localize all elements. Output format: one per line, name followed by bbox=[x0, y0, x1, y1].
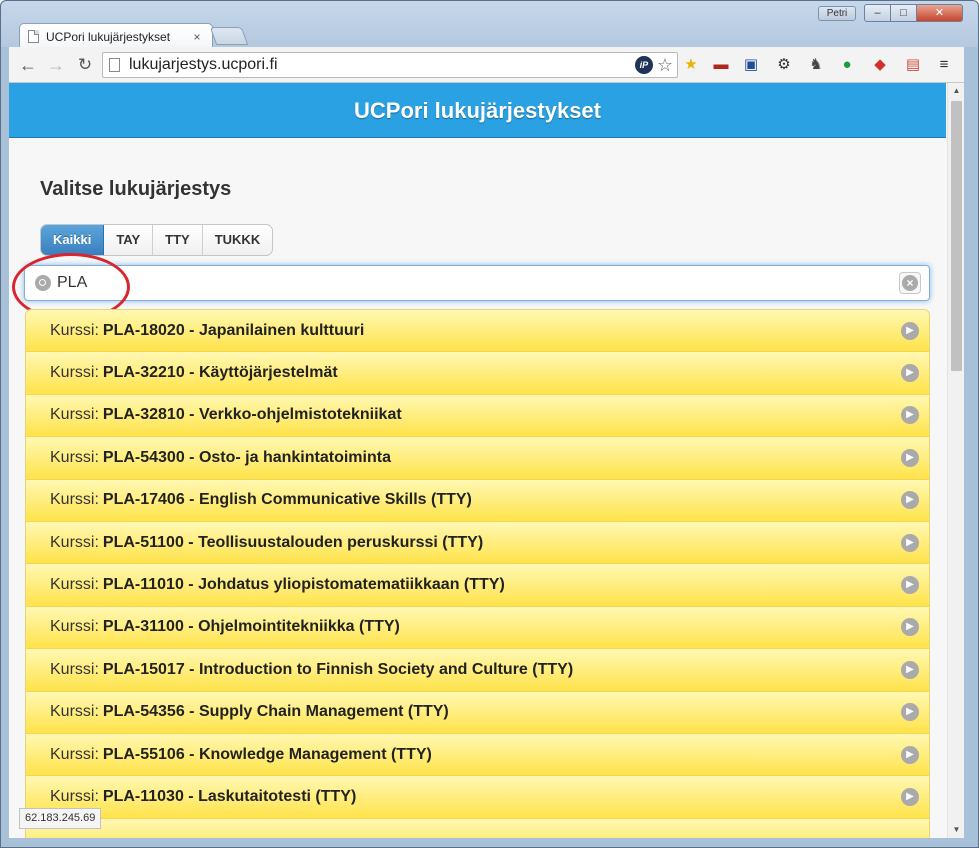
sofa-extension-icon[interactable]: ▬ bbox=[712, 56, 730, 74]
course-list: Kurssi: PLA-18020 - Japanilainen kulttuu… bbox=[25, 309, 930, 838]
chevron-right-icon: ▶ bbox=[901, 406, 919, 425]
chevron-right-icon: ▶ bbox=[901, 660, 919, 679]
chevron-right-icon: ▶ bbox=[901, 321, 919, 340]
browser-window: UCPori lukujärjestykset × Petri – □ ✕ ← … bbox=[0, 0, 979, 848]
filter-tab-tay[interactable]: TAY bbox=[104, 225, 154, 255]
page-title: Valitse lukujärjestys bbox=[40, 178, 232, 200]
filter-tabs: Kaikki TAY TTY TUKKK bbox=[40, 224, 274, 256]
status-bubble: 62.183.245.69 bbox=[19, 808, 102, 829]
title-bar: UCPori lukujärjestykset × Petri – □ ✕ bbox=[1, 1, 978, 49]
course-prefix: Kurssi: bbox=[50, 576, 99, 594]
course-prefix: Kurssi: bbox=[50, 364, 99, 382]
course-name: PLA-11030 - Laskutaitotesti (TTY) bbox=[102, 787, 357, 805]
maximize-button[interactable]: □ bbox=[890, 4, 917, 22]
url-text[interactable]: lukujarjestys.ucpori.fi bbox=[129, 56, 635, 74]
list-item[interactable]: Kurssi: PLA-32810 - Verkko-ohjelmistotek… bbox=[26, 394, 929, 438]
chevron-right-icon: ▶ bbox=[901, 364, 919, 383]
back-icon[interactable]: ← bbox=[18, 55, 38, 75]
course-prefix: Kurssi: bbox=[50, 618, 99, 636]
course-name: PLA-31100 - Ohjelmointitekniikka (TTY) bbox=[102, 618, 400, 636]
search-value[interactable]: PLA bbox=[57, 274, 899, 292]
course-prefix: Kurssi: bbox=[50, 491, 99, 509]
tab-title: UCPori lukujärjestykset bbox=[46, 29, 171, 44]
chevron-right-icon: ▶ bbox=[901, 787, 919, 806]
close-window-button[interactable]: ✕ bbox=[916, 4, 963, 22]
course-name: PLA-17406 - English Communicative Skills… bbox=[102, 491, 472, 509]
minimize-button[interactable]: – bbox=[864, 4, 891, 22]
scroll-down-icon[interactable]: ▼ bbox=[948, 822, 964, 838]
list-item[interactable]: Kurssi: PLA-11010 - Johdatus yliopistoma… bbox=[26, 564, 929, 607]
list-item[interactable]: Kurssi: PLA-32210 - Käyttöjärjestelmät ▶ bbox=[26, 352, 929, 395]
list-item[interactable]: Kurssi: PLA-31100 - Ohjelmointitekniikka… bbox=[26, 606, 929, 650]
course-name: PLA-54356 - Supply Chain Management (TTY… bbox=[102, 703, 449, 721]
scroll-thumb[interactable] bbox=[951, 101, 962, 371]
page-info-icon[interactable] bbox=[109, 58, 120, 72]
course-prefix: Kurssi: bbox=[50, 321, 99, 339]
clear-search-button[interactable]: × bbox=[899, 272, 921, 294]
course-name: PLA-51100 - Teollisuustalouden peruskurs… bbox=[102, 533, 484, 551]
cube-3d-extension-icon[interactable]: ◆ bbox=[871, 56, 889, 74]
list-item[interactable]: Kurssi: PLA-55106 - Knowledge Management… bbox=[26, 733, 929, 777]
forward-icon[interactable]: → bbox=[46, 55, 66, 75]
course-name: PLA-54300 - Osto- ja hankintatoiminta bbox=[102, 448, 391, 466]
course-name: PLA-18020 - Japanilainen kulttuuri bbox=[102, 321, 365, 339]
list-item[interactable]: Kurssi: PLA-17406 - English Communicativ… bbox=[26, 479, 929, 522]
vertical-scrollbar[interactable]: ▲ ▼ bbox=[947, 83, 964, 838]
list-item[interactable]: Kurssi: PLA-11030 - Laskutaitotesti (TTY… bbox=[26, 776, 929, 819]
page-viewport: UCPori lukujärjestykset Valitse lukujärj… bbox=[9, 83, 964, 838]
reload-icon[interactable]: ↻ bbox=[75, 55, 95, 75]
course-name: PLA-32810 - Verkko-ohjelmistotekniikat bbox=[102, 406, 402, 424]
course-name: PLA-55106 - Knowledge Management (TTY) bbox=[102, 745, 432, 763]
chevron-right-icon: ▶ bbox=[901, 618, 919, 637]
course-name: PLA-11010 - Johdatus yliopistomatematiik… bbox=[102, 576, 505, 594]
list-item[interactable]: Kurssi: PLA-18020 - Japanilainen kulttuu… bbox=[26, 310, 929, 353]
chevron-right-icon: ▶ bbox=[901, 745, 919, 764]
list-item[interactable]: Kurssi: PLA-51100 - Teollisuustalouden p… bbox=[26, 521, 929, 565]
course-prefix: Kurssi: bbox=[50, 660, 99, 678]
course-prefix: Kurssi: bbox=[50, 787, 99, 805]
browser-tab[interactable]: UCPori lukujärjestykset × bbox=[19, 23, 213, 49]
chevron-right-icon: ▶ bbox=[901, 703, 919, 722]
cat-extension-icon[interactable]: ♞ bbox=[807, 56, 825, 74]
page-icon bbox=[28, 30, 39, 43]
calendar-extension-icon[interactable]: ▤ bbox=[904, 56, 922, 74]
course-name: PLA-15017 - Introduction to Finnish Soci… bbox=[102, 660, 574, 678]
browser-toolbar: ← → ↻ lukujarjestys.ucpori.fi iP ☆ ★ ▬ ▣… bbox=[9, 47, 964, 83]
course-prefix: Kurssi: bbox=[50, 745, 99, 763]
course-prefix: Kurssi: bbox=[50, 533, 99, 551]
tab-close-icon[interactable]: × bbox=[190, 30, 204, 44]
course-prefix: Kurssi: bbox=[50, 448, 99, 466]
course-prefix: Kurssi: bbox=[50, 406, 99, 424]
filter-tab-tty[interactable]: TTY bbox=[153, 225, 203, 255]
gear-extension-icon[interactable]: ⚙ bbox=[775, 56, 793, 74]
list-item[interactable]: Kurssi: PLA-54300 - Osto- ja hankintatoi… bbox=[26, 437, 929, 480]
course-name: PLA-32210 - Käyttöjärjestelmät bbox=[102, 364, 338, 382]
list-item[interactable]: Kurssi: PLA-54356 - Supply Chain Managem… bbox=[26, 691, 929, 734]
list-item[interactable] bbox=[26, 818, 929, 838]
chevron-right-icon: ▶ bbox=[901, 448, 919, 467]
list-item[interactable]: Kurssi: PLA-15017 - Introduction to Finn… bbox=[26, 649, 929, 692]
filter-tab-kaikki[interactable]: Kaikki bbox=[41, 225, 105, 255]
screen-capture-icon[interactable]: ▣ bbox=[742, 56, 760, 74]
chevron-right-icon: ▶ bbox=[901, 576, 919, 595]
chevron-right-icon: ▶ bbox=[901, 491, 919, 510]
bookmark-star-icon[interactable]: ☆ bbox=[657, 56, 673, 74]
course-prefix: Kurssi: bbox=[50, 703, 99, 721]
star-extension-icon[interactable]: ★ bbox=[682, 56, 700, 74]
profile-badge[interactable]: Petri bbox=[818, 6, 856, 21]
clear-icon: × bbox=[902, 275, 918, 291]
address-bar[interactable]: lukujarjestys.ucpori.fi iP ☆ bbox=[102, 52, 678, 78]
app-header: UCPori lukujärjestykset bbox=[9, 83, 946, 138]
filter-tab-tukkk[interactable]: TUKKK bbox=[203, 225, 272, 255]
ip-extension-icon[interactable]: iP bbox=[634, 56, 653, 74]
chevron-right-icon: ▶ bbox=[901, 533, 919, 552]
new-tab-button[interactable] bbox=[209, 27, 249, 45]
search-input[interactable]: PLA × bbox=[24, 265, 930, 301]
menu-icon[interactable]: ≡ bbox=[935, 56, 953, 74]
green-circle-extension-icon[interactable]: ● bbox=[838, 56, 856, 74]
scroll-up-icon[interactable]: ▲ bbox=[948, 83, 964, 99]
